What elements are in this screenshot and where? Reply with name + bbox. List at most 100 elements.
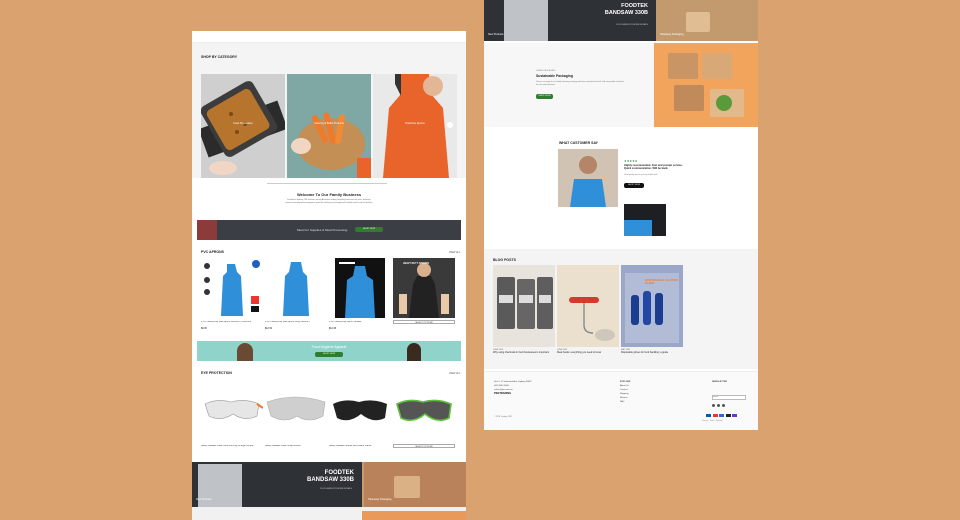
welcome-body: Founded in Sydney, PKE has been serving … [285, 199, 373, 204]
applepay-icon [725, 414, 731, 417]
footer-contact: Unit 5, 12 Industrial Ave, Sydney NSW (0… [494, 380, 531, 396]
promo-brand: FOODTEK [621, 3, 648, 9]
footer-logo: PKETRADING [494, 392, 512, 395]
category-label: Catering & Buffet Products [314, 122, 344, 125]
shop-now-button[interactable]: SHOP NOW [355, 227, 383, 232]
product-card[interactable]: HEAVY DUTY APRONS SELECT OPTIONS [393, 258, 455, 324]
testimonial-quote: Highly recommended. Fast and prompt serv… [624, 164, 683, 171]
product-image [201, 382, 263, 442]
newsletter-email-input[interactable] [712, 394, 746, 400]
product-card[interactable]: PVC Heavy Duty Blue Apron 1000mm x 1200m… [201, 258, 263, 330]
product-name: PVC Heavy Duty Blue Apron 1000mm x 1200m… [201, 321, 252, 323]
category-label: Protective Aprons [405, 122, 425, 125]
shop-now-button[interactable]: SHOP NOW [536, 94, 553, 99]
sustainable-section: GREEN PACKAGING Sustainable Packaging Di… [484, 43, 758, 127]
promo-model: BANDSAW 330B [306, 477, 354, 483]
post-image [493, 265, 555, 347]
product-card[interactable]: PVC Heavy Duty Apron Flexible $14.95 [329, 258, 391, 330]
banner-text: Food Hygiene Apparel [311, 345, 347, 349]
footer-newsletter: NEWSLETTER [712, 380, 746, 407]
post-image: DISPOSABLE GLOVES GUIDE [621, 265, 683, 347]
facebook-icon[interactable] [712, 404, 715, 407]
footer-link[interactable]: FAQ [620, 400, 630, 404]
product-image [329, 258, 391, 318]
bandsaw-promo[interactable]: FOODTEK BANDSAW 330B CLICK HERE FOR MORE… [192, 462, 362, 507]
rating-stars: ★★★★★ [624, 159, 638, 163]
stripe-icon [732, 414, 737, 417]
amex-icon [719, 414, 724, 417]
product-card[interactable]: Safety Glasses Clear Wrap Around [265, 382, 327, 451]
homepage-preview-right: FOODTEK BANDSAW 330B CLICK HERE FOR MORE… [484, 0, 758, 430]
promo-model: BANDSAW 330B [604, 10, 648, 16]
post-image [557, 265, 619, 347]
footer-legal-links[interactable]: Privacy · Terms · Refunds [702, 420, 723, 422]
bread-image [201, 74, 285, 178]
promo-brand: FOODTEK [324, 470, 354, 476]
meat-supplies-banner[interactable]: Meat For Supplies & Meat Processing SHOP… [197, 220, 461, 240]
category-section: SHOP BY CATEGORY Food Preparation Cateri… [192, 43, 466, 184]
footer-links: EXPLORE About Us Contact Shipping Return… [620, 380, 630, 404]
promo-sub: CLICK HERE FOR MORE DETAILS [615, 24, 648, 26]
section-title: BLOG POSTS [493, 258, 516, 262]
eyebrow: GREEN PACKAGING [536, 70, 556, 72]
customer-photo [558, 149, 618, 207]
product-name: Safety Glasses Clear Lens Anti Fog Orang… [201, 445, 254, 447]
homepage-preview-left: SHOP BY CATEGORY Food Preparation Cateri… [192, 31, 466, 520]
section-title: WHAT CUSTOMER SAY [559, 141, 599, 145]
section-title: EYE PROTECTION [201, 371, 232, 375]
product-price: $9.95 [201, 328, 207, 330]
packaging-promo[interactable]: Takeaway Packaging [656, 0, 758, 41]
product-image [265, 258, 327, 318]
carousel-next-icon[interactable] [447, 122, 453, 128]
blog-post-card[interactable]: DISPOSABLE GLOVES GUIDE MAY 2023 Disposa… [621, 265, 683, 354]
product-image [201, 258, 263, 318]
sustainable-body: Discover our range of eco friendly takea… [536, 81, 624, 86]
product-card[interactable]: Safety Glasses Smoke Lens Black Frame [329, 382, 391, 451]
orange-apron-image [373, 74, 457, 178]
promo-label: New Products [488, 33, 504, 36]
packaging-image [654, 43, 758, 127]
product-price: $12.50 [265, 328, 273, 330]
category-card-catering[interactable]: Catering & Buffet Products [287, 74, 371, 178]
apron-swatch [624, 220, 652, 236]
product-card[interactable]: PVC Heavy Duty Blue Apron Long 1200mm $1… [265, 258, 327, 330]
instagram-icon[interactable] [717, 404, 720, 407]
select-options-button[interactable]: SELECT OPTIONS [393, 444, 455, 448]
visa-icon [706, 414, 711, 417]
product-card[interactable]: Safety Glasses Clear Lens Anti Fog Orang… [201, 382, 263, 451]
blog-post-card[interactable]: JUNE 2023 Meat hooks: everything you nee… [557, 265, 619, 354]
view-all-link[interactable]: VIEW ALL [449, 251, 460, 254]
post-title: Why using chemicals in food businesses i… [493, 351, 549, 354]
bandsaw-image [504, 0, 548, 41]
product-image [329, 382, 391, 442]
payment-icons [706, 414, 737, 417]
next-section [192, 507, 466, 520]
product-card[interactable]: SELECT OPTIONS [393, 382, 455, 448]
view-all-link[interactable]: VIEW ALL [449, 372, 460, 375]
testimonial-product-image [624, 204, 666, 236]
category-card-aprons[interactable]: Protective Aprons [373, 74, 457, 178]
footer-col-title: NEWSLETTER [712, 381, 728, 383]
testimonials-section: WHAT CUSTOMER SAY ★★★★★ Highly recommend… [484, 129, 758, 247]
product-name: Safety Glasses Smoke Lens Black Frame [329, 445, 372, 447]
linkedin-icon[interactable] [722, 404, 725, 407]
category-card-food-prep[interactable]: Food Preparation [201, 74, 285, 178]
promo-strip: FOODTEK BANDSAW 330B CLICK HERE FOR MORE… [484, 0, 758, 41]
product-name: PVC Heavy Duty Apron Flexible [329, 321, 362, 323]
meat-image [197, 220, 217, 240]
bandsaw-promo[interactable]: FOODTEK BANDSAW 330B CLICK HERE FOR MORE… [484, 0, 656, 41]
footer: Unit 5, 12 Industrial Ave, Sydney NSW (0… [484, 371, 758, 430]
section-title: PVC APRONS [201, 250, 225, 254]
product-image [393, 382, 455, 442]
blog-post-card[interactable]: JUNE 2023 Why using chemicals in food bu… [493, 265, 555, 354]
welcome-section: Welcome To Our Family Business Founded i… [192, 178, 466, 218]
mastercard-icon [712, 414, 718, 417]
category-label: Food Preparation [233, 122, 253, 125]
select-options-button[interactable]: SELECT OPTIONS [393, 320, 455, 324]
next-image [362, 511, 466, 520]
cup-image [686, 12, 710, 32]
shop-now-button[interactable]: SHOP NOW [315, 352, 343, 357]
shop-now-button[interactable]: SHOP NOW [624, 183, 644, 188]
hygiene-apparel-banner[interactable]: Food Hygiene Apparel SHOP NOW [197, 341, 461, 361]
packaging-promo[interactable]: Takeaway Packaging [364, 462, 466, 507]
